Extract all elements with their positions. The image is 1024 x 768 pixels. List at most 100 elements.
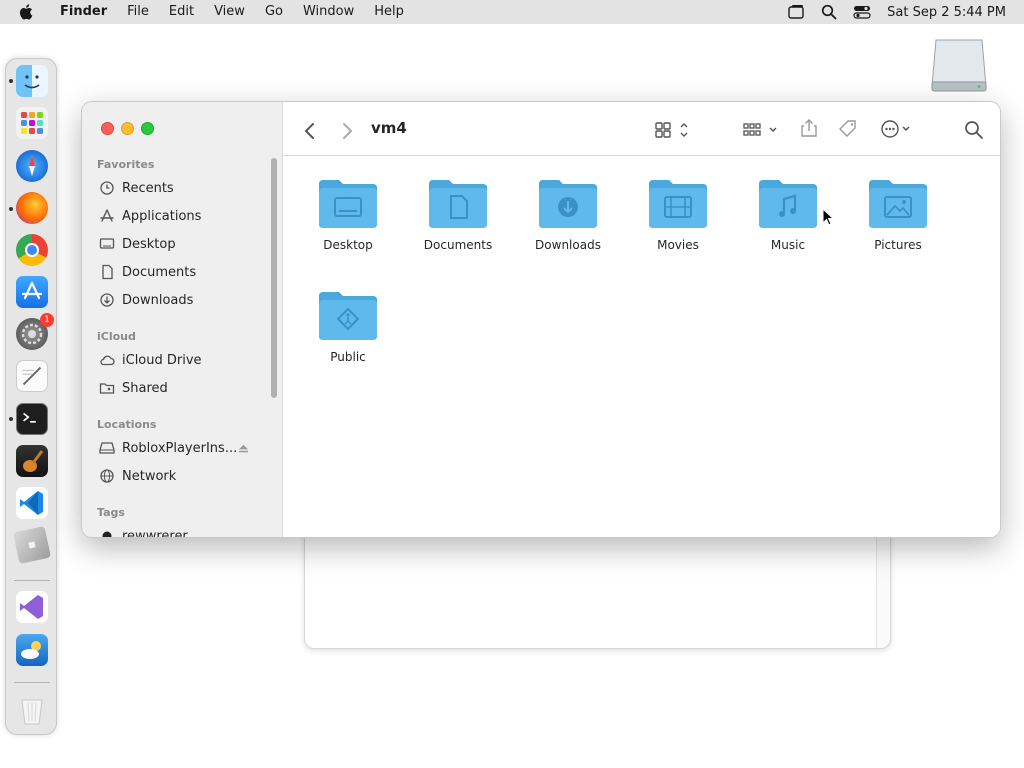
dock: 1 [5, 58, 57, 735]
finder-app-icon[interactable] [16, 65, 48, 97]
sidebar-item-roblox-installer[interactable]: RobloxPlayerIns... [99, 437, 269, 459]
document-icon [102, 264, 113, 280]
running-indicator [9, 207, 13, 211]
folder-label: Desktop [323, 238, 373, 252]
sidebar-item-network[interactable]: Network [99, 465, 269, 487]
folder-documents[interactable]: Documents [408, 176, 508, 276]
folder-label: Public [330, 350, 366, 364]
downloads-folder-icon [539, 180, 597, 228]
documents-folder-icon [429, 180, 487, 228]
sidebar-item-tag[interactable]: rewwrerer [99, 525, 269, 538]
more-actions-icon[interactable] [879, 118, 915, 140]
folder-pictures[interactable]: Pictures [848, 176, 948, 276]
sidebar-header-favorites: Favorites [97, 158, 155, 171]
menu-view[interactable]: View [204, 0, 255, 24]
menu-go[interactable]: Go [255, 0, 293, 24]
menu-finder[interactable]: Finder [52, 0, 117, 24]
sidebar-item-label: Downloads [122, 292, 194, 308]
sidebar-header-icloud: iCloud [97, 330, 136, 343]
tag-icon[interactable] [837, 118, 859, 140]
group-by-icon[interactable] [742, 119, 780, 141]
sidebar-item-label: Desktop [122, 236, 176, 252]
menu-bar: Finder File Edit View Go Window Help Sat… [0, 0, 1024, 24]
stage-manager-icon[interactable] [787, 4, 805, 20]
garageband-app-icon[interactable] [16, 445, 48, 477]
notification-badge: 1 [40, 313, 54, 327]
applications-icon [100, 209, 114, 222]
folder-desktop[interactable]: Desktop [298, 176, 398, 276]
running-indicator [9, 79, 13, 83]
weather-app-icon[interactable] [16, 634, 48, 666]
spotlight-search-icon[interactable] [821, 4, 837, 20]
terminal-app-icon[interactable] [16, 403, 48, 435]
movies-folder-icon [649, 180, 707, 228]
folder-public[interactable]: Public [298, 288, 398, 388]
menu-help[interactable]: Help [364, 0, 414, 24]
menu-file[interactable]: File [117, 0, 159, 24]
close-window-button[interactable] [101, 122, 114, 135]
sidebar-header-tags: Tags [97, 506, 125, 519]
folder-label: Pictures [874, 238, 922, 252]
sidebar-item-label: rewwrerer [122, 528, 188, 538]
visual-studio-app-icon[interactable] [16, 591, 48, 623]
sidebar-item-applications[interactable]: Applications [99, 205, 269, 227]
system-settings-app-icon[interactable]: 1 [16, 313, 54, 350]
sidebar-item-shared[interactable]: Shared [99, 377, 269, 399]
external-drive-icon[interactable] [930, 36, 988, 94]
share-icon[interactable] [798, 117, 820, 139]
mouse-cursor-icon [822, 208, 834, 226]
zoom-window-button[interactable] [141, 122, 154, 135]
launchpad-app-icon[interactable] [16, 107, 48, 139]
forward-chevron-icon[interactable] [340, 120, 354, 142]
background-window-scrollbar[interactable] [876, 531, 890, 648]
roblox-app-icon[interactable] [13, 526, 51, 564]
folder-music[interactable]: Music [738, 176, 838, 276]
sidebar-item-label: Shared [122, 380, 168, 396]
sidebar-item-downloads[interactable]: Downloads [99, 289, 269, 311]
trash-icon[interactable] [16, 693, 48, 725]
menu-edit[interactable]: Edit [159, 0, 204, 24]
sidebar-item-label: Documents [122, 264, 197, 280]
search-icon[interactable] [964, 119, 984, 141]
globe-icon [100, 469, 114, 483]
shared-folder-icon [99, 383, 115, 394]
disk-icon [99, 442, 115, 454]
folder-movies[interactable]: Movies [628, 176, 728, 276]
dock-separator [14, 682, 50, 683]
folder-downloads[interactable]: Downloads [518, 176, 618, 276]
chrome-app-icon[interactable] [16, 234, 48, 266]
firefox-app-icon[interactable] [16, 192, 48, 224]
music-folder-icon [759, 180, 817, 228]
sidebar-header-locations: Locations [97, 418, 157, 431]
download-icon [100, 293, 114, 307]
back-chevron-icon[interactable] [303, 120, 317, 142]
public-folder-icon [319, 292, 377, 340]
minimize-window-button[interactable] [121, 122, 134, 135]
sidebar-item-icloud-drive[interactable]: iCloud Drive [99, 349, 269, 371]
textedit-app-icon[interactable] [16, 360, 48, 392]
safari-app-icon[interactable] [16, 150, 48, 182]
background-window[interactable] [304, 530, 891, 649]
control-center-icon[interactable] [853, 4, 871, 20]
finder-sidebar: Favorites Recents Applications Desktop D… [82, 102, 283, 537]
sidebar-item-documents[interactable]: Documents [99, 261, 269, 283]
apple-menu-icon[interactable] [18, 3, 36, 21]
cloud-icon [100, 355, 115, 366]
folder-label: Downloads [535, 238, 601, 252]
sidebar-item-label: Network [122, 468, 177, 484]
pictures-folder-icon [869, 180, 927, 228]
menubar-clock[interactable]: Sat Sep 2 5:44 PM [887, 5, 1006, 20]
finder-window: Favorites Recents Applications Desktop D… [81, 101, 1001, 538]
sidebar-item-desktop[interactable]: Desktop [99, 233, 269, 255]
vscode-app-icon[interactable] [16, 487, 48, 519]
app-store-app-icon[interactable] [16, 276, 48, 308]
sidebar-scrollbar[interactable] [271, 158, 277, 398]
eject-icon[interactable] [238, 443, 249, 454]
sidebar-item-label: iCloud Drive [122, 352, 202, 368]
desktop-folder-icon [319, 180, 377, 228]
icon-view-icon[interactable] [654, 119, 692, 141]
sidebar-item-label: Applications [122, 208, 202, 224]
menu-window[interactable]: Window [293, 0, 364, 24]
tag-dot-icon [102, 531, 112, 537]
sidebar-item-recents[interactable]: Recents [99, 177, 269, 199]
